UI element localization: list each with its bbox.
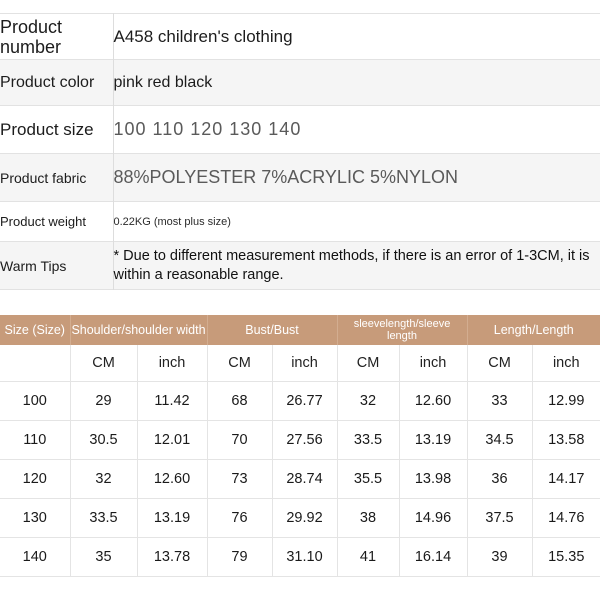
spec-value-product-number: A458 children's clothing bbox=[113, 26, 293, 46]
unit-cell-shoulder-inch: inch bbox=[137, 345, 208, 382]
unit-cell-sleeve-inch: inch bbox=[399, 345, 468, 382]
unit-cell-bust-inch: inch bbox=[272, 345, 338, 382]
spec-value-product-size: 100 110 120 130 140 bbox=[113, 119, 302, 139]
spec-row-product-fabric: Product fabric 88%POLYESTER 7%ACRYLIC 5%… bbox=[0, 153, 600, 202]
cell-length-inch: 14.17 bbox=[532, 459, 600, 499]
unit-cell-shoulder-cm: CM bbox=[70, 345, 138, 382]
cell-sleeve-inch: 14.96 bbox=[399, 498, 468, 538]
table-row: 110 30.5 12.01 70 27.56 33.5 13.19 34.5 … bbox=[0, 420, 600, 460]
cell-shoulder-inch: 12.01 bbox=[137, 420, 208, 460]
cell-bust-cm: 70 bbox=[207, 420, 273, 460]
cell-sleeve-cm: 32 bbox=[337, 381, 400, 421]
cell-bust-inch: 29.92 bbox=[272, 498, 338, 538]
cell-shoulder-inch: 11.42 bbox=[137, 381, 208, 421]
spec-row-warm-tips: Warm Tips * Due to different measurement… bbox=[0, 241, 600, 290]
cell-shoulder-cm: 32 bbox=[70, 459, 138, 499]
cell-sleeve-cm: 38 bbox=[337, 498, 400, 538]
cell-bust-cm: 68 bbox=[207, 381, 273, 421]
spec-label-product-size: Product size bbox=[0, 105, 114, 154]
cell-length-cm: 34.5 bbox=[467, 420, 533, 460]
cell-sleeve-inch: 16.14 bbox=[399, 537, 468, 577]
spec-row-product-color: Product color pink red black bbox=[0, 59, 600, 106]
table-row: 140 35 13.78 79 31.10 41 16.14 39 15.35 bbox=[0, 537, 600, 577]
size-chart-header-shoulder: Shoulder/shoulder width bbox=[70, 315, 208, 345]
cell-bust-inch: 28.74 bbox=[272, 459, 338, 499]
cell-size: 140 bbox=[0, 537, 71, 577]
spec-label-product-fabric: Product fabric bbox=[0, 153, 114, 202]
spec-value-product-color: pink red black bbox=[113, 73, 213, 91]
cell-shoulder-cm: 35 bbox=[70, 537, 138, 577]
cell-length-cm: 36 bbox=[467, 459, 533, 499]
spec-label-product-color: Product color bbox=[0, 59, 114, 106]
spec-value-product-fabric: 88%POLYESTER 7%ACRYLIC 5%NYLON bbox=[113, 167, 458, 187]
cell-shoulder-inch: 12.60 bbox=[137, 459, 208, 499]
product-spec-page: Product number A458 children's clothing … bbox=[0, 0, 600, 600]
cell-shoulder-cm: 33.5 bbox=[70, 498, 138, 538]
size-chart-header-length: Length/Length bbox=[467, 315, 600, 345]
cell-bust-inch: 31.10 bbox=[272, 537, 338, 577]
cell-length-cm: 33 bbox=[467, 381, 533, 421]
cell-bust-cm: 79 bbox=[207, 537, 273, 577]
table-row: 120 32 12.60 73 28.74 35.5 13.98 36 14.1… bbox=[0, 459, 600, 499]
size-chart-header-bust: Bust/Bust bbox=[207, 315, 338, 345]
size-chart-header-size: Size (Size) bbox=[0, 315, 71, 345]
spec-value-warm-tips: * Due to different measurement methods, … bbox=[113, 247, 590, 283]
cell-sleeve-cm: 33.5 bbox=[337, 420, 400, 460]
cell-shoulder-inch: 13.78 bbox=[137, 537, 208, 577]
table-row: 130 33.5 13.19 76 29.92 38 14.96 37.5 14… bbox=[0, 498, 600, 538]
table-row: 100 29 11.42 68 26.77 32 12.60 33 12.99 bbox=[0, 381, 600, 421]
spec-row-product-number: Product number A458 children's clothing bbox=[0, 13, 600, 60]
cell-length-inch: 12.99 bbox=[532, 381, 600, 421]
cell-sleeve-cm: 35.5 bbox=[337, 459, 400, 499]
unit-cell-blank bbox=[0, 345, 71, 382]
cell-bust-inch: 26.77 bbox=[272, 381, 338, 421]
unit-cell-bust-cm: CM bbox=[207, 345, 273, 382]
cell-shoulder-inch: 13.19 bbox=[137, 498, 208, 538]
cell-bust-cm: 73 bbox=[207, 459, 273, 499]
spec-row-product-weight: Product weight 0.22KG (most plus size) bbox=[0, 201, 600, 242]
cell-length-cm: 39 bbox=[467, 537, 533, 577]
spec-value-product-weight: 0.22KG (most plus size) bbox=[113, 215, 231, 228]
cell-size: 100 bbox=[0, 381, 71, 421]
spec-row-product-size: Product size 100 110 120 130 140 bbox=[0, 105, 600, 154]
size-chart-header-sleeve-length: sleevelength/sleeve length bbox=[337, 315, 468, 345]
unit-cell-sleeve-cm: CM bbox=[337, 345, 400, 382]
size-chart-table: Size (Size) Shoulder/shoulder width Bust… bbox=[0, 315, 600, 577]
product-spec-table: Product number A458 children's clothing … bbox=[0, 13, 600, 290]
cell-bust-cm: 76 bbox=[207, 498, 273, 538]
spec-label-product-number: Product number bbox=[0, 13, 114, 60]
size-chart-unit-header-row: CM inch CM inch CM inch CM inch bbox=[0, 345, 600, 382]
cell-shoulder-cm: 30.5 bbox=[70, 420, 138, 460]
cell-length-cm: 37.5 bbox=[467, 498, 533, 538]
cell-sleeve-cm: 41 bbox=[337, 537, 400, 577]
cell-size: 110 bbox=[0, 420, 71, 460]
unit-cell-length-cm: CM bbox=[467, 345, 533, 382]
cell-sleeve-inch: 13.98 bbox=[399, 459, 468, 499]
cell-sleeve-inch: 13.19 bbox=[399, 420, 468, 460]
cell-length-inch: 14.76 bbox=[532, 498, 600, 538]
cell-size: 130 bbox=[0, 498, 71, 538]
size-chart-group-header-row: Size (Size) Shoulder/shoulder width Bust… bbox=[0, 315, 600, 345]
spec-label-product-weight: Product weight bbox=[0, 201, 114, 242]
cell-sleeve-inch: 12.60 bbox=[399, 381, 468, 421]
cell-bust-inch: 27.56 bbox=[272, 420, 338, 460]
spec-label-warm-tips: Warm Tips bbox=[0, 241, 114, 290]
unit-cell-length-inch: inch bbox=[532, 345, 600, 382]
cell-size: 120 bbox=[0, 459, 71, 499]
cell-length-inch: 13.58 bbox=[532, 420, 600, 460]
cell-length-inch: 15.35 bbox=[532, 537, 600, 577]
cell-shoulder-cm: 29 bbox=[70, 381, 138, 421]
